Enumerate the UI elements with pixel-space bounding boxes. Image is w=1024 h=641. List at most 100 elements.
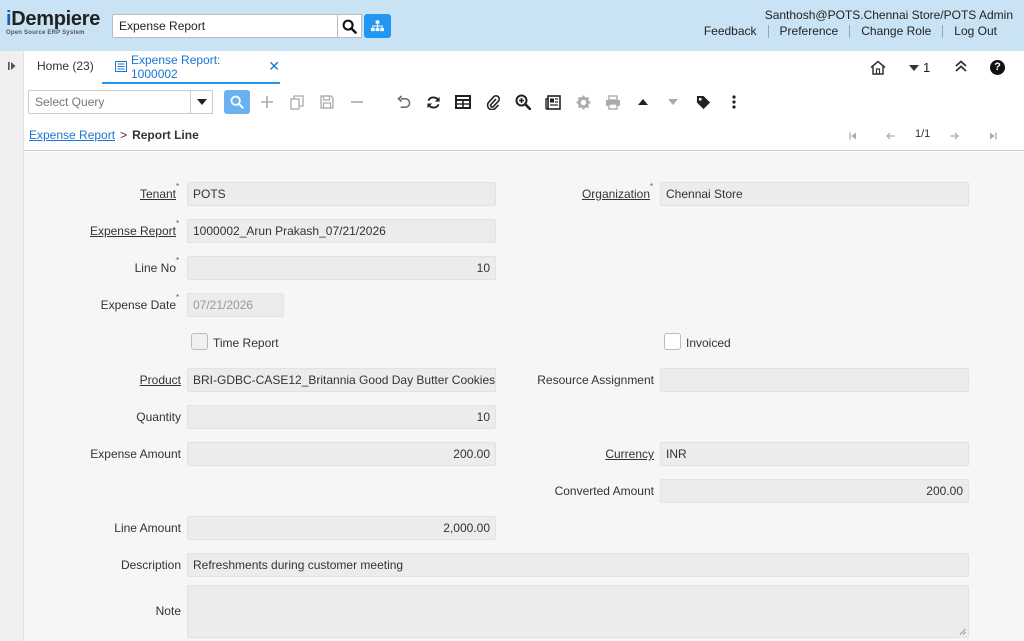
print-button[interactable]: [600, 90, 626, 114]
expand-panel-icon[interactable]: [7, 61, 17, 71]
query-select-input[interactable]: [29, 91, 190, 113]
detail-form: Tenant * POTS Organization * Chennai Sto…: [24, 152, 1024, 641]
caret-down-icon: [196, 99, 207, 105]
description-label: Description: [120, 558, 181, 572]
global-search-box: [112, 14, 338, 38]
delete-button[interactable]: [344, 90, 370, 114]
required-marker: *: [650, 182, 654, 191]
undo-button[interactable]: [390, 90, 416, 114]
double-chevron-up-icon[interactable]: [955, 60, 967, 72]
line-amount-field[interactable]: 2,000.00: [187, 516, 496, 540]
change-role-link[interactable]: Change Role: [849, 25, 942, 38]
line-no-label: Line No: [134, 261, 176, 275]
product-label: Product: [139, 373, 181, 387]
home-icon[interactable]: [870, 60, 886, 75]
note-textarea[interactable]: [187, 585, 969, 638]
resize-grip-icon[interactable]: [959, 628, 966, 635]
new-record-button[interactable]: [254, 90, 280, 114]
window-toolbar: [24, 84, 1024, 120]
feedback-link[interactable]: Feedback: [693, 25, 768, 38]
quantity-field[interactable]: 10: [187, 405, 496, 429]
last-record-icon[interactable]: [989, 132, 997, 140]
global-search-button[interactable]: [338, 14, 362, 38]
tab-expense-report-label: Expense Report: 1000002: [131, 52, 221, 81]
idempiere-logo[interactable]: iDempiere Open Source ERP System: [6, 9, 108, 39]
tenant-label: Tenant: [139, 187, 176, 201]
query-select: [28, 90, 191, 114]
required-marker: *: [176, 256, 180, 265]
zoom-in-icon: [515, 94, 531, 110]
paperclip-icon: [486, 95, 500, 110]
caret-down-icon: [909, 64, 919, 71]
converted-amount-field[interactable]: 200.00: [660, 479, 969, 503]
logo-name: Dempiere: [11, 8, 101, 30]
refresh-button[interactable]: [420, 90, 446, 114]
copy-record-button[interactable]: [284, 90, 310, 114]
tab-home[interactable]: Home (23): [37, 59, 94, 73]
preference-link[interactable]: Preference: [767, 25, 850, 38]
converted-amount-label: Converted Amount: [554, 484, 654, 498]
query-dropdown-button[interactable]: [190, 90, 213, 114]
required-marker: *: [176, 293, 180, 302]
search-icon: [230, 95, 244, 109]
resource-assignment-field[interactable]: [660, 368, 969, 392]
note-label: Note: [155, 604, 181, 618]
gear-icon: [575, 94, 591, 110]
breadcrumb-separator: >: [120, 128, 128, 142]
record-count: 1/1: [915, 128, 931, 140]
organization-field[interactable]: Chennai Store: [660, 182, 969, 206]
first-record-icon[interactable]: [849, 132, 857, 140]
report-button[interactable]: [540, 90, 566, 114]
top-links: Feedback Preference Change Role Log Out: [693, 25, 1007, 38]
user-context: Santhosh@POTS.Chennai Store/POTS Admin: [764, 8, 1013, 22]
line-no-field[interactable]: 10: [187, 256, 496, 280]
expense-date-field[interactable]: 07/21/2026: [187, 293, 284, 317]
find-button[interactable]: [224, 90, 250, 114]
save-button[interactable]: [314, 90, 340, 114]
save-icon: [320, 95, 334, 109]
organization-label: Organization: [581, 187, 650, 201]
plus-icon: [261, 96, 273, 108]
newspaper-icon: [545, 94, 561, 110]
product-field[interactable]: BRI-GDBC-CASE12_Britannia Good Day Butte…: [187, 368, 496, 392]
close-icon[interactable]: ✕: [268, 58, 280, 75]
more-options-button[interactable]: [721, 90, 747, 114]
label-button[interactable]: [690, 90, 716, 114]
time-report-checkbox[interactable]: [191, 333, 208, 350]
tab-expense-report[interactable]: Expense Report: 1000002 ✕: [102, 51, 280, 84]
copy-icon: [290, 94, 304, 110]
invoiced-checkbox[interactable]: [664, 333, 681, 350]
time-report-label: Time Report: [213, 336, 279, 350]
west-panel-strip: [0, 51, 24, 641]
previous-record-button[interactable]: [630, 90, 656, 114]
attachment-button[interactable]: [480, 90, 506, 114]
caret-down-icon: [668, 99, 678, 105]
expense-report-field[interactable]: 1000002_Arun Prakash_07/21/2026: [187, 219, 496, 243]
tenant-field[interactable]: POTS: [187, 182, 496, 206]
process-button[interactable]: [570, 90, 596, 114]
navigation-count: 1: [923, 60, 931, 75]
next-record-button[interactable]: [660, 90, 686, 114]
caret-up-icon: [638, 99, 648, 105]
arrow-left-icon[interactable]: [886, 132, 895, 140]
expense-amount-field[interactable]: 200.00: [187, 442, 496, 466]
refresh-icon: [426, 96, 440, 108]
quantity-label: Quantity: [136, 410, 181, 424]
table-icon: [455, 95, 471, 109]
grid-toggle-button[interactable]: [450, 90, 476, 114]
logo-tagline: Open Source ERP System: [6, 30, 85, 36]
expense-date-label: Expense Date: [100, 298, 176, 312]
currency-field[interactable]: INR: [660, 442, 969, 466]
navigation-dropdown[interactable]: 1: [909, 60, 930, 75]
arrow-right-icon[interactable]: [950, 132, 959, 140]
zoom-across-button[interactable]: [510, 90, 536, 114]
menu-tree-button[interactable]: [364, 14, 391, 38]
description-field[interactable]: Refreshments during customer meeting: [187, 553, 969, 577]
breadcrumb-bar: Expense Report > Report Line 1/1: [24, 120, 1024, 151]
breadcrumb-parent-link[interactable]: Expense Report: [29, 128, 115, 142]
required-marker: *: [176, 182, 180, 191]
help-icon[interactable]: ?: [990, 60, 1005, 75]
printer-icon: [606, 94, 620, 110]
global-search-input[interactable]: [113, 15, 337, 37]
logout-link[interactable]: Log Out: [942, 25, 1007, 38]
